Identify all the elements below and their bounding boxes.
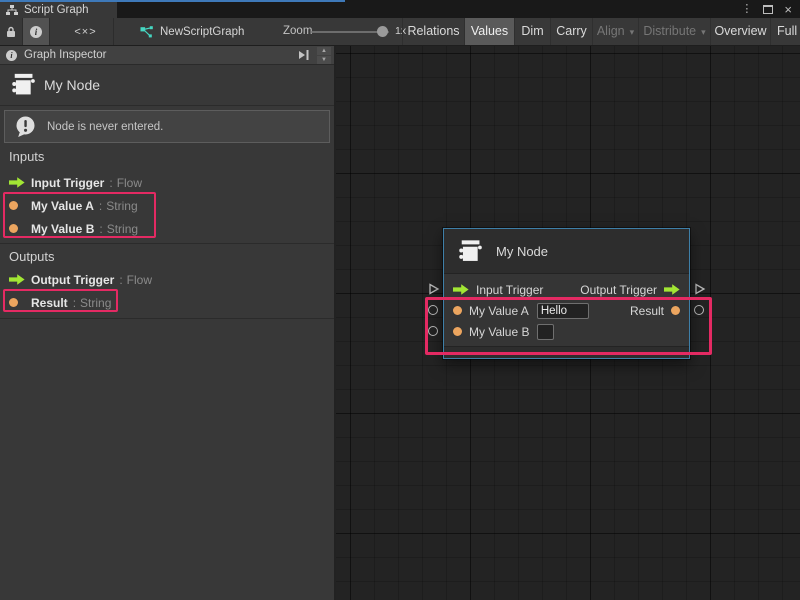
toolbar-button-overview[interactable]: Overview [710, 18, 770, 45]
toolbar-button-dim[interactable]: Dim [514, 18, 550, 45]
port-name: Output Trigger [31, 273, 114, 287]
info-icon: i [6, 50, 17, 61]
graph-asset-button[interactable]: NewScriptGraph [132, 18, 252, 45]
inspector-toggle-button[interactable]: i [23, 18, 50, 45]
lock-button[interactable] [0, 18, 23, 45]
section-divider [0, 318, 334, 319]
port-type: :Flow [109, 176, 142, 190]
inspected-node-title: My Node [44, 77, 100, 93]
toolbar-button-relations[interactable]: Relations [402, 18, 464, 45]
maximize-icon[interactable] [763, 5, 773, 14]
warning-bubble-icon [14, 115, 37, 138]
window-controls: ⋮ × [741, 2, 792, 17]
section-divider [0, 243, 334, 244]
flow-input-connector[interactable] [428, 283, 440, 295]
node-icon [10, 72, 36, 97]
flow-port-icon [9, 274, 27, 285]
zoom-slider-handle[interactable] [377, 26, 388, 37]
flow-input-port-icon[interactable] [453, 284, 469, 295]
zoom-label: Zoom [283, 18, 312, 45]
node-values-highlight-box [425, 297, 712, 355]
flow-port-icon [9, 177, 27, 188]
tab-script-graph[interactable]: Script Graph [0, 2, 117, 18]
output-trigger-label: Output Trigger [580, 283, 657, 297]
code-icon: <×> [74, 26, 96, 38]
graph-inspector-panel: i Graph Inspector ▲ ▼ My Node [0, 46, 336, 600]
section-divider [0, 105, 334, 106]
outputs-section-header: Outputs [9, 249, 55, 264]
node-header[interactable]: My Node [444, 229, 689, 274]
dock-panel-icon[interactable] [297, 49, 310, 61]
input-row-trigger: Input Trigger :Flow [0, 171, 334, 194]
tab-bar: Script Graph ⋮ × [0, 0, 800, 18]
graph-asset-name: NewScriptGraph [160, 26, 244, 38]
inputs-highlight-box [3, 192, 156, 238]
toolbar-button-distribute[interactable]: Distribute▾ [638, 18, 710, 45]
node-title: My Node [496, 244, 548, 259]
close-icon[interactable]: × [784, 2, 792, 17]
script-graph-tab-icon [6, 5, 18, 16]
node-icon [457, 239, 483, 263]
graph-toolbar: i <×> NewScriptGraph Zoom 1x Relations V… [0, 18, 800, 46]
lock-icon [6, 26, 16, 38]
warning-message-box: Node is never entered. [4, 110, 330, 143]
code-view-button[interactable]: <×> [58, 18, 114, 45]
toolbar-button-align[interactable]: Align▾ [592, 18, 638, 45]
input-trigger-label: Input Trigger [476, 283, 543, 297]
port-type: :Flow [119, 273, 152, 287]
dropdown-arrow-icon: ▾ [630, 27, 635, 37]
graph-inspector-header: i Graph Inspector ▲ ▼ [0, 46, 334, 65]
script-graph-window: Script Graph ⋮ × i <×> [0, 0, 800, 600]
outputs-highlight-box [3, 289, 118, 312]
toolbar-button-values[interactable]: Values [464, 18, 514, 45]
flow-output-port-icon[interactable] [664, 284, 680, 295]
toolbar-button-carry[interactable]: Carry [550, 18, 592, 45]
port-name: Input Trigger [31, 176, 104, 190]
inputs-section-header: Inputs [9, 149, 44, 164]
tab-label: Script Graph [24, 4, 89, 16]
step-up-button[interactable]: ▲ [317, 47, 331, 55]
graph-asset-icon [140, 26, 153, 38]
toolbar-button-fullscreen[interactable]: Full S [770, 18, 800, 45]
panel-title: Graph Inspector [24, 49, 106, 61]
step-down-button[interactable]: ▼ [317, 56, 331, 64]
panel-stepper: ▲ ▼ [317, 47, 331, 64]
info-icon: i [30, 26, 42, 38]
graph-canvas[interactable]: My Node Input Trigger Output Trigger [336, 46, 800, 600]
output-row-trigger: Output Trigger :Flow [0, 268, 334, 291]
flow-output-connector[interactable] [694, 283, 706, 295]
dropdown-arrow-icon: ▾ [701, 27, 706, 37]
warning-text: Node is never entered. [47, 121, 163, 133]
more-menu-icon[interactable]: ⋮ [741, 2, 752, 17]
